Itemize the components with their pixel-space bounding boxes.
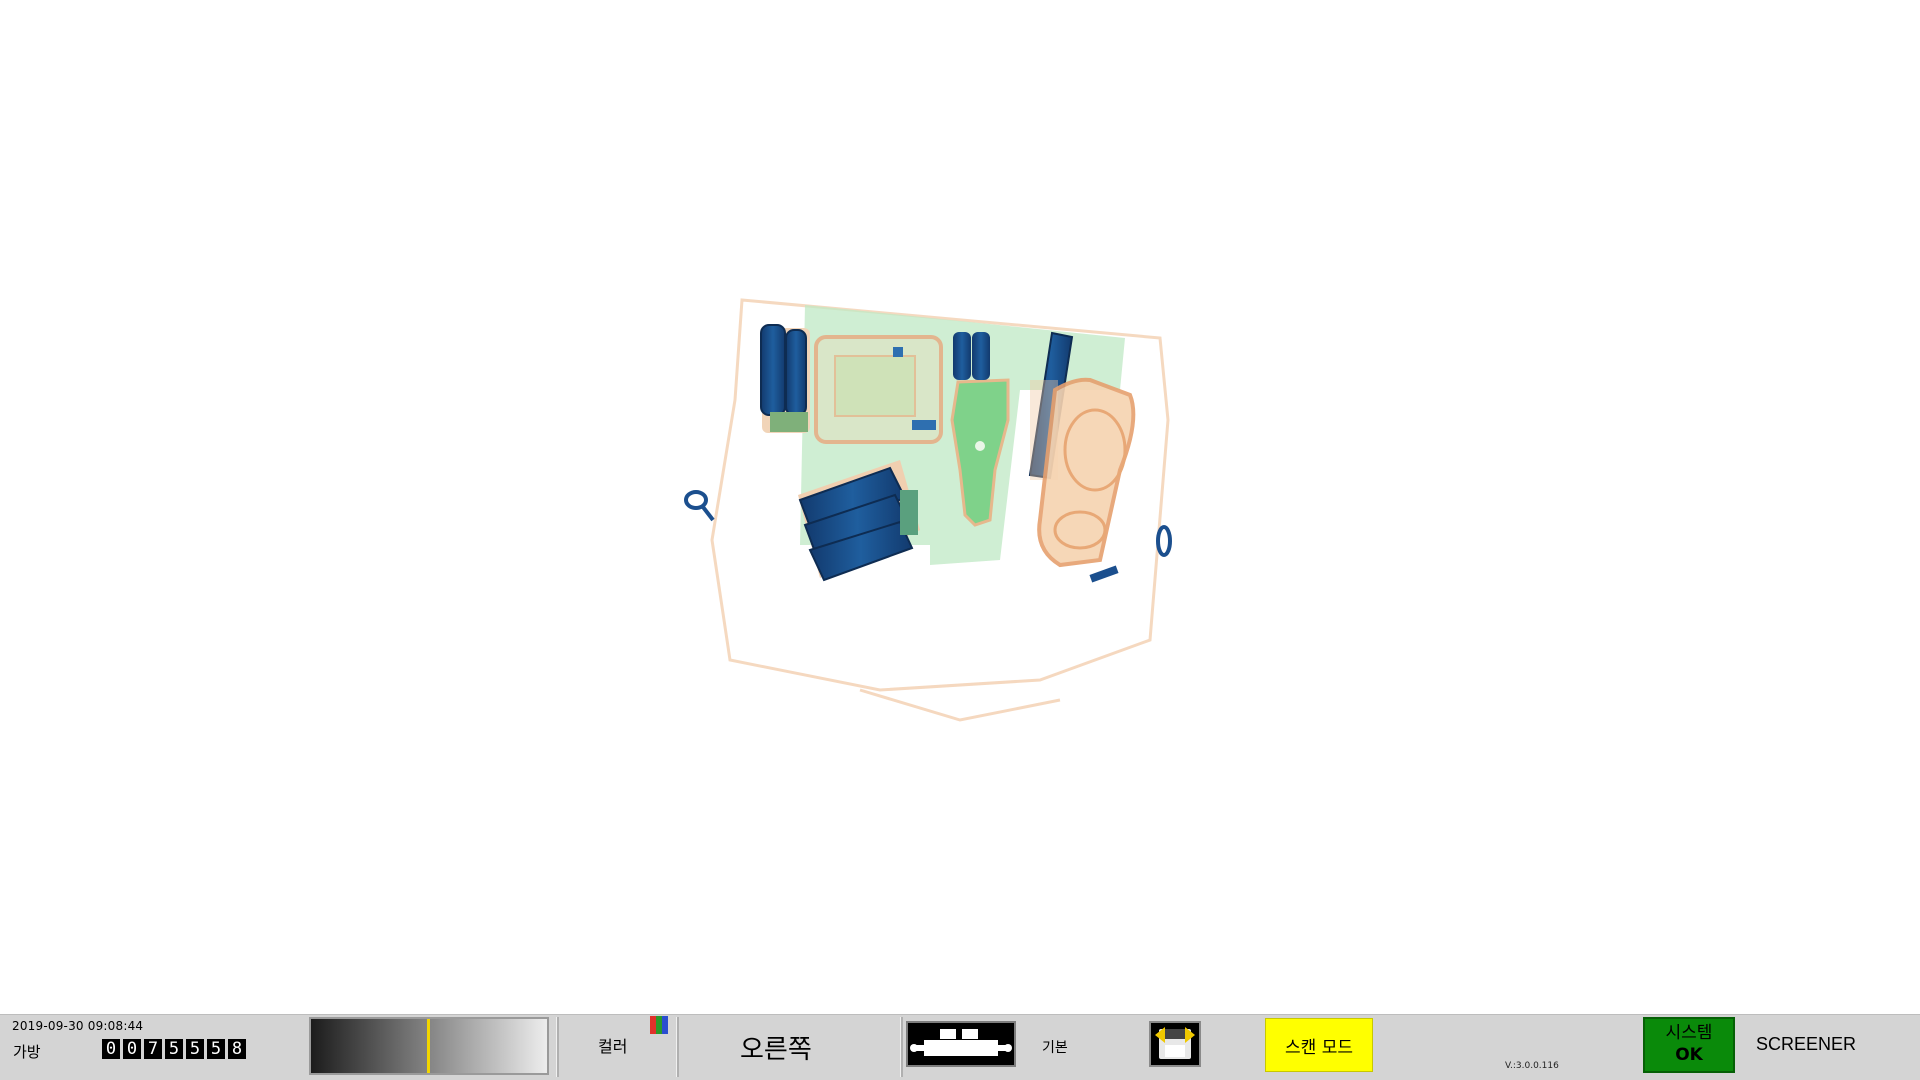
gradient-level-marker[interactable] xyxy=(427,1019,430,1073)
zipper-ring-right xyxy=(1156,525,1172,557)
direction-button[interactable]: 오른쪽 xyxy=(740,1029,812,1066)
version-label: V.:3.0.0.116 xyxy=(1505,1061,1559,1071)
system-label: 시스템 xyxy=(1665,1023,1713,1043)
scan-mode-button[interactable]: 스캔 모드 xyxy=(1265,1018,1373,1072)
divider xyxy=(556,1017,559,1077)
bag-label: 가방 xyxy=(13,1043,41,1061)
user-role-label: SCREENER xyxy=(1756,1034,1857,1054)
counter-digit: 8 xyxy=(228,1039,246,1059)
datetime-display: 2019-09-30 09:08:44 xyxy=(12,1019,144,1033)
counter-digit: 5 xyxy=(207,1039,225,1059)
basic-mode-label[interactable]: 기본 xyxy=(1042,1037,1068,1057)
small-metal-part xyxy=(1089,565,1119,583)
bag-counter: 0 0 7 5 5 5 8 xyxy=(102,1039,246,1059)
orange-case xyxy=(1037,377,1136,568)
status-bar: 2019-09-30 09:08:44 가방 0 0 7 5 5 5 8 컬러 … xyxy=(0,1014,1920,1080)
divider xyxy=(676,1017,679,1077)
xray-bag-image xyxy=(684,298,1172,722)
counter-digit: 0 xyxy=(123,1039,141,1059)
counter-digit: 5 xyxy=(165,1039,183,1059)
rgb-bars-icon xyxy=(650,1016,668,1034)
circuit-board-box xyxy=(814,335,943,444)
counter-digit: 7 xyxy=(144,1039,162,1059)
conveyor-belt-icon[interactable] xyxy=(906,1021,1016,1067)
save-disk-icon[interactable] xyxy=(1149,1021,1201,1067)
counter-digit: 5 xyxy=(186,1039,204,1059)
divider xyxy=(900,1017,903,1077)
density-gradient-slider[interactable] xyxy=(309,1017,549,1075)
battery-pack-top-left xyxy=(760,324,810,433)
zipper-ring-left xyxy=(684,490,715,522)
system-status-indicator[interactable]: 시스템 OK xyxy=(1643,1017,1735,1073)
color-mode-button[interactable]: 컬러 xyxy=(598,1033,627,1057)
xray-scan-view xyxy=(0,0,1920,1014)
system-status-value: OK xyxy=(1675,1045,1703,1065)
counter-digit: 0 xyxy=(102,1039,120,1059)
